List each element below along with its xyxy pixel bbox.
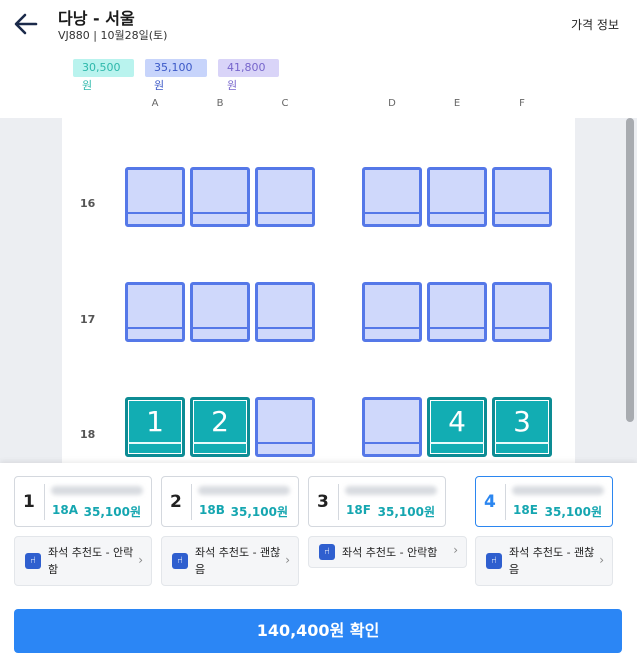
- passenger-card-2[interactable]: 2 18B 35,100원: [161, 476, 299, 527]
- divider: [505, 484, 506, 520]
- recommendation-text: 좌석 추천도 - 안락함: [48, 546, 134, 576]
- column-label-b: B: [216, 98, 224, 109]
- chevron-right-icon: ›: [599, 553, 604, 567]
- passenger-name-blurred: [512, 486, 604, 495]
- price-info-link[interactable]: 가격 정보: [571, 16, 619, 33]
- seat-16d[interactable]: [362, 167, 422, 227]
- seat-17d[interactable]: [362, 282, 422, 342]
- seat-icon: ⑁: [25, 553, 41, 569]
- passenger-seat: 18E: [513, 503, 538, 517]
- column-label-c: C: [281, 98, 289, 109]
- seat-17f[interactable]: [492, 282, 552, 342]
- passenger-card-4-active[interactable]: 4 18E 35,100원: [475, 476, 613, 527]
- seat-18a-selected[interactable]: 1: [125, 397, 185, 457]
- seat-16c[interactable]: [255, 167, 315, 227]
- divider: [44, 484, 45, 520]
- seat-17c[interactable]: [255, 282, 315, 342]
- seat-18f-selected[interactable]: 3: [492, 397, 552, 457]
- fare-legend-mid: 35,100원: [145, 59, 207, 92]
- passenger-seat: 18B: [199, 503, 225, 517]
- divider: [338, 484, 339, 520]
- seat-passenger-number: 2: [211, 405, 229, 438]
- column-label-a: A: [151, 98, 159, 109]
- passenger-price: 35,100원: [83, 505, 141, 519]
- recommendation-text: 좌석 추천도 - 괜찮음: [509, 546, 595, 576]
- passenger-name-blurred: [198, 486, 290, 495]
- column-label-e: E: [453, 98, 461, 109]
- seat-18c[interactable]: [255, 397, 315, 457]
- seat-16e[interactable]: [427, 167, 487, 227]
- chevron-right-icon: ›: [138, 553, 143, 567]
- route-title: 다낭 - 서울: [58, 9, 135, 28]
- fare-legend-low: 30,500원: [73, 59, 134, 92]
- row-number-18: 18: [80, 428, 96, 441]
- passenger-price: 35,100원: [544, 505, 602, 519]
- seat-recommendation-3[interactable]: ⑁ 좌석 추천도 - 안락함 ›: [308, 536, 467, 568]
- passenger-price: 35,100원: [377, 505, 435, 519]
- chevron-right-icon: ›: [285, 553, 290, 567]
- confirm-button[interactable]: 140,400원 확인: [14, 609, 622, 653]
- seat-16f[interactable]: [492, 167, 552, 227]
- column-label-f: F: [519, 98, 525, 109]
- header: 다낭 - 서울 VJ880 | 10월28일(토) 가격 정보 30,500원 …: [0, 0, 637, 118]
- seat-recommendation-4[interactable]: ⑁ 좌석 추천도 - 괜찮음 ›: [475, 536, 613, 586]
- passenger-name-blurred: [345, 486, 437, 495]
- seat-16b[interactable]: [190, 167, 250, 227]
- chevron-right-icon: ›: [453, 543, 458, 557]
- passenger-name-blurred: [51, 486, 143, 495]
- passenger-index: 1: [23, 492, 35, 512]
- passenger-index: 2: [170, 492, 182, 512]
- flight-info: VJ880 | 10월28일(토): [58, 29, 168, 42]
- seat-17b[interactable]: [190, 282, 250, 342]
- seat-passenger-number: 4: [448, 405, 466, 438]
- divider: [191, 484, 192, 520]
- seat-16a[interactable]: [125, 167, 185, 227]
- seat-18d[interactable]: [362, 397, 422, 457]
- seat-17a[interactable]: [125, 282, 185, 342]
- passenger-seat: 18F: [346, 503, 371, 517]
- fare-legend-high: 41,800원: [218, 59, 279, 92]
- seat-17e[interactable]: [427, 282, 487, 342]
- seat-18b-selected[interactable]: 2: [190, 397, 250, 457]
- seat-icon: ⑁: [172, 553, 188, 569]
- passenger-card-3[interactable]: 3 18F 35,100원: [308, 476, 446, 527]
- back-arrow-icon[interactable]: [12, 10, 40, 38]
- seat-icon: ⑁: [319, 544, 335, 560]
- seat-passenger-number: 1: [146, 405, 164, 438]
- seat-recommendation-2[interactable]: ⑁ 좌석 추천도 - 괜찮음 ›: [161, 536, 299, 586]
- seat-18e-selected[interactable]: 4: [427, 397, 487, 457]
- passenger-index: 3: [317, 492, 329, 512]
- column-label-d: D: [388, 98, 396, 109]
- recommendation-text: 좌석 추천도 - 괜찮음: [195, 546, 281, 576]
- seat-selection-page: 다낭 - 서울 VJ880 | 10월28일(토) 가격 정보 30,500원 …: [0, 0, 637, 659]
- row-number-17: 17: [80, 313, 96, 326]
- recommendation-text: 좌석 추천도 - 안락함: [342, 546, 438, 559]
- passenger-price: 35,100원: [230, 505, 288, 519]
- seat-passenger-number: 3: [513, 405, 531, 438]
- seat-icon: ⑁: [486, 553, 502, 569]
- passenger-card-1[interactable]: 1 18A 35,100원: [14, 476, 152, 527]
- seat-recommendation-1[interactable]: ⑁ 좌석 추천도 - 안락함 ›: [14, 536, 152, 586]
- passenger-index: 4: [484, 492, 496, 512]
- passenger-seat: 18A: [52, 503, 78, 517]
- seat-map-scrollbar[interactable]: [626, 118, 634, 422]
- row-number-16: 16: [80, 197, 96, 210]
